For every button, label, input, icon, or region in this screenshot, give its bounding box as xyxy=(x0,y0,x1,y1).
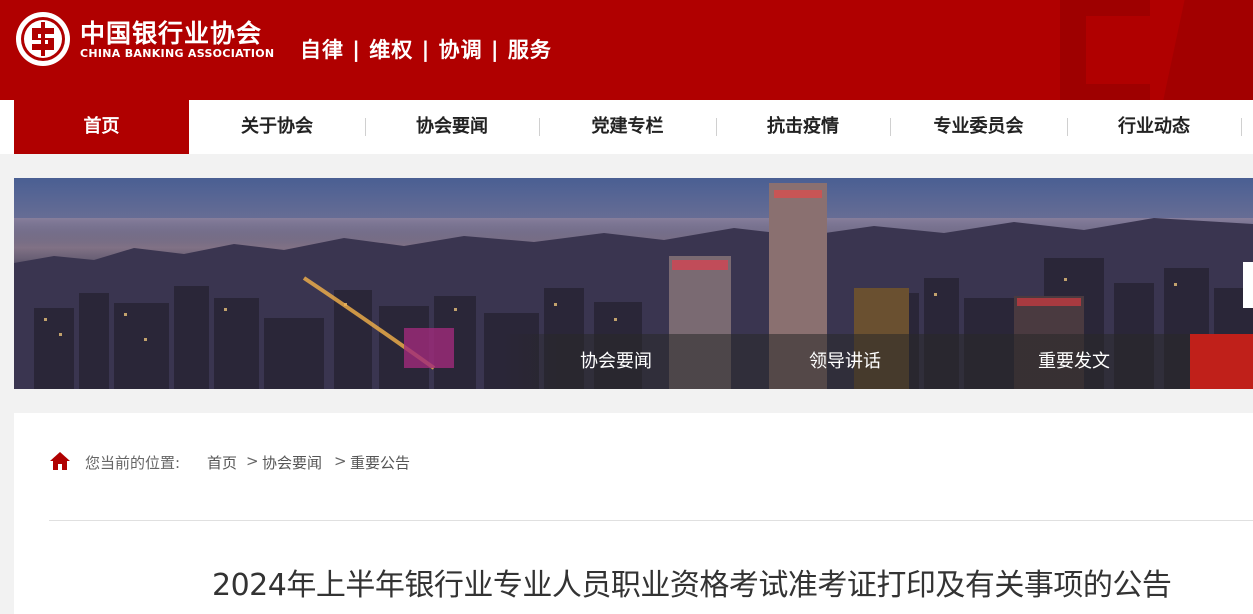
header-decoration xyxy=(1060,0,1150,100)
nav-item-industry[interactable]: 行业动态 xyxy=(1067,100,1241,154)
header-decoration xyxy=(1161,0,1253,100)
association-logo-icon[interactable] xyxy=(14,10,72,68)
banner-tab-speeches[interactable]: 领导讲话 xyxy=(785,334,905,389)
nav-item-news[interactable]: 协会要闻 xyxy=(365,100,539,154)
nav-item-epidemic[interactable]: 抗击疫情 xyxy=(716,100,890,154)
org-name-cn[interactable]: 中国银行业协会 xyxy=(80,14,262,50)
breadcrumb-home[interactable]: 首页 xyxy=(207,452,237,473)
home-icon xyxy=(50,452,70,470)
nav-item-committees[interactable]: 专业委员会 xyxy=(890,100,1067,154)
banner-tab-active-marker[interactable] xyxy=(1190,334,1253,389)
breadcrumb-prefix: 您当前的位置: xyxy=(85,454,181,472)
slogan: 自律 | 维权 | 协调 | 服务 xyxy=(300,38,552,62)
breadcrumb-separator: > xyxy=(246,452,259,470)
nav-separator xyxy=(1241,118,1242,136)
banner-tab-documents[interactable]: 重要发文 xyxy=(1014,334,1134,389)
nav-item-party[interactable]: 党建专栏 xyxy=(539,100,716,154)
breadcrumb-news[interactable]: 协会要闻 xyxy=(262,452,322,473)
breadcrumb-announcements[interactable]: 重要公告 xyxy=(350,452,410,473)
nav-item-about[interactable]: 关于协会 xyxy=(189,100,365,154)
org-name-en: CHINA BANKING ASSOCIATION xyxy=(80,47,275,60)
divider xyxy=(49,520,1253,521)
nav-item-home[interactable]: 首页 xyxy=(14,100,189,154)
banner-edge-glyph xyxy=(1243,262,1253,308)
article-title: 2024年上半年银行业专业人员职业资格考试准考证打印及有关事项的公告 xyxy=(212,568,1172,603)
site-header: 中国银行业协会 CHINA BANKING ASSOCIATION 自律 | 维… xyxy=(0,0,1253,100)
main-nav: 首页 关于协会 协会要闻 党建专栏 抗击疫情 专业委员会 行业动态 xyxy=(0,100,1253,154)
banner-tab-news[interactable]: 协会要闻 xyxy=(556,334,676,389)
breadcrumb-separator: > xyxy=(334,452,347,470)
